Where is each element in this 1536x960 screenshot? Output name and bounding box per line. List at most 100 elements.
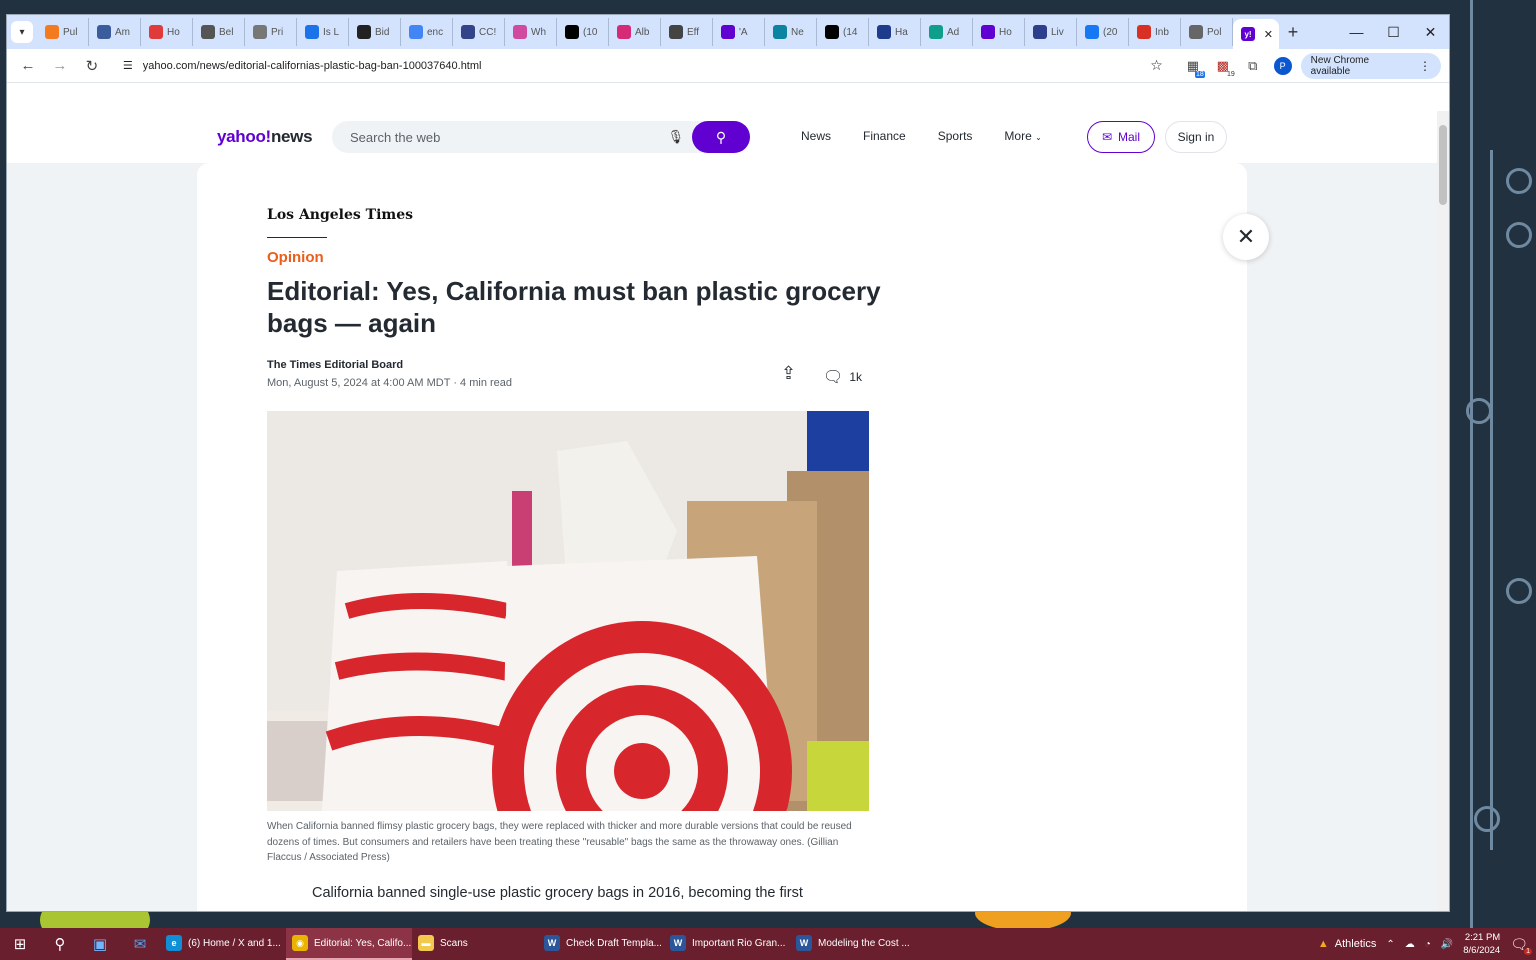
- task-view-button[interactable]: ▣: [80, 928, 120, 960]
- close-article-button[interactable]: ✕: [1223, 214, 1269, 260]
- browser-tab[interactable]: Inb: [1129, 18, 1181, 46]
- microphone-icon[interactable]: 🎙: [667, 129, 684, 145]
- tab-label: (20: [1103, 26, 1118, 38]
- google-icon: [409, 25, 423, 39]
- article-photo[interactable]: [267, 411, 869, 811]
- article-date: Mon, August 5, 2024 at 4:00 AM MDT: [267, 377, 451, 389]
- chevron-down-icon: ⌄: [1035, 133, 1042, 142]
- browser-tab[interactable]: Ne: [765, 18, 817, 46]
- browser-tab[interactable]: Ho: [973, 18, 1025, 46]
- mail-button[interactable]: ✉ Mail: [1087, 121, 1155, 153]
- browser-tab[interactable]: (10: [557, 18, 609, 46]
- browser-tab[interactable]: Alb: [609, 18, 661, 46]
- taskbar-app-label: (6) Home / X and 1...: [188, 937, 281, 949]
- close-icon: ✕: [1236, 224, 1256, 249]
- notifications-button[interactable]: 🗨 1: [1510, 936, 1532, 955]
- weather-widget[interactable]: ▲ Athletics: [1318, 938, 1376, 950]
- browser-tab[interactable]: Am: [89, 18, 141, 46]
- taskbar-app[interactable]: ◉ Editorial: Yes, Califo...: [286, 928, 412, 960]
- yahoo-icon: y!: [1241, 27, 1255, 41]
- new-tab-button[interactable]: +: [1279, 22, 1307, 43]
- scrollbar-thumb[interactable]: [1439, 125, 1447, 205]
- search-input[interactable]: Search the web: [350, 130, 440, 145]
- volume-icon[interactable]: 🔊: [1441, 939, 1453, 950]
- browser-tab[interactable]: 'A: [713, 18, 765, 46]
- publisher-logo[interactable]: Los Angeles Times: [267, 207, 413, 223]
- browser-tab[interactable]: Pri: [245, 18, 297, 46]
- browser-tab[interactable]: Wh: [505, 18, 557, 46]
- nav-finance[interactable]: Finance: [863, 129, 906, 143]
- sign-in-button[interactable]: Sign in: [1165, 121, 1227, 153]
- taskbar-app[interactable]: W Important Rio Gran...: [664, 928, 790, 960]
- browser-tab[interactable]: enc: [401, 18, 453, 46]
- browser-tab[interactable]: Ha: [869, 18, 921, 46]
- maximize-button[interactable]: ☐: [1375, 15, 1412, 49]
- browser-tab[interactable]: Eff: [661, 18, 713, 46]
- extensions-puzzle-icon[interactable]: ⧉: [1241, 54, 1265, 78]
- extension-red-icon[interactable]: ▩ 19: [1211, 54, 1235, 78]
- comment-bubble-icon: 🗨: [823, 369, 844, 386]
- browser-tab[interactable]: Ad: [921, 18, 973, 46]
- article-author[interactable]: The Times Editorial Board: [267, 359, 403, 371]
- yahoo-page: yahoo!news Search the web 🎙 ⚲ News Finan…: [7, 111, 1437, 911]
- taskbar-app[interactable]: ▬ Scans: [412, 928, 538, 960]
- forward-button[interactable]: →: [47, 53, 73, 79]
- browser-tab[interactable]: CC!: [453, 18, 505, 46]
- bookmark-star-icon[interactable]: ☆: [1150, 57, 1163, 74]
- mail-app-button[interactable]: ✉: [120, 928, 160, 960]
- extension-badge: 18: [1195, 70, 1205, 78]
- tab-search-button[interactable]: ▾: [11, 21, 33, 43]
- nav-more[interactable]: More ⌄: [1004, 129, 1041, 143]
- browser-tab[interactable]: Pul: [37, 18, 89, 46]
- minimize-button[interactable]: —: [1338, 15, 1375, 49]
- clock-time: 2:21 PM: [1464, 932, 1501, 943]
- article-headline: Editorial: Yes, California must ban plas…: [267, 276, 881, 338]
- chrome-icon: ◉: [292, 935, 308, 951]
- tray-overflow-icon[interactable]: ⌃: [1386, 939, 1394, 950]
- browser-tab[interactable]: Is L: [297, 18, 349, 46]
- page-scrollbar[interactable]: [1437, 111, 1449, 911]
- tab-label: Am: [115, 26, 130, 38]
- browser-tab[interactable]: Bel: [193, 18, 245, 46]
- taskbar-search-button[interactable]: ⚲: [40, 928, 80, 960]
- taskbar-app[interactable]: e (6) Home / X and 1...: [160, 928, 286, 960]
- nav-news[interactable]: News: [801, 129, 831, 143]
- nav-sports[interactable]: Sports: [938, 129, 973, 143]
- mail-label: Mail: [1118, 130, 1141, 144]
- browser-tab[interactable]: (14: [817, 18, 869, 46]
- start-button[interactable]: ⊞: [0, 928, 40, 960]
- browser-tab[interactable]: Ho: [141, 18, 193, 46]
- close-window-button[interactable]: ✕: [1412, 15, 1449, 49]
- taskbar-app[interactable]: W Modeling the Cost ...: [790, 928, 916, 960]
- reload-button[interactable]: ↻: [79, 53, 105, 79]
- yahoo-search-box[interactable]: Search the web 🎙 ⚲: [332, 121, 750, 153]
- taskbar-clock[interactable]: 2:21 PM 8/6/2024: [1463, 931, 1500, 957]
- search-button[interactable]: ⚲: [692, 121, 750, 153]
- browser-tab[interactable]: Pol: [1181, 18, 1233, 46]
- edge-icon: e: [166, 935, 182, 951]
- comments-button[interactable]: 🗨 1k: [823, 367, 862, 387]
- system-tray: ▲ Athletics ⌃ ☁ ◔ 🔊 2:21 PM 8/6/2024 🗨 1: [1318, 928, 1536, 960]
- tab-active[interactable]: y! ✕: [1233, 19, 1279, 49]
- url-text[interactable]: yahoo.com/news/editorial-californias-pla…: [143, 60, 1141, 72]
- share-icon[interactable]: ⇪: [781, 363, 796, 384]
- browser-tab[interactable]: Liv: [1025, 18, 1077, 46]
- browser-tab[interactable]: (20: [1077, 18, 1129, 46]
- yahoo-news-logo[interactable]: yahoo!news: [217, 127, 313, 147]
- x-icon: [825, 25, 839, 39]
- extension-calendar-icon[interactable]: ▦ 18: [1181, 54, 1205, 78]
- kebab-menu-icon[interactable]: ⋮: [1419, 59, 1431, 73]
- taskbar-app[interactable]: W Check Draft Templa...: [538, 928, 664, 960]
- browser-tab[interactable]: Bid: [349, 18, 401, 46]
- site-info-icon[interactable]: ☰: [123, 59, 133, 72]
- address-bar[interactable]: ☰ yahoo.com/news/editorial-californias-p…: [110, 51, 1175, 80]
- onedrive-icon[interactable]: ☁: [1405, 939, 1415, 950]
- wifi-icon[interactable]: ◔: [1425, 939, 1431, 950]
- profile-button[interactable]: P: [1271, 54, 1295, 78]
- yahoo-nav: News Finance Sports More ⌄: [801, 129, 1042, 143]
- chrome-update-button[interactable]: New Chrome available ⋮: [1300, 52, 1442, 79]
- close-tab-icon[interactable]: ✕: [1264, 28, 1273, 41]
- back-button[interactable]: ←: [15, 53, 41, 79]
- bookmark-bar-area: [7, 83, 1449, 111]
- tab-label: Pol: [1207, 26, 1222, 38]
